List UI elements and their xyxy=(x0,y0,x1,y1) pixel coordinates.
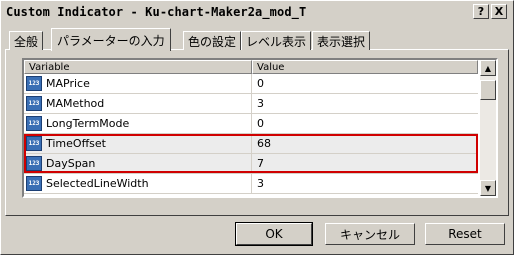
value-cell[interactable]: 7 xyxy=(252,154,478,173)
cancel-button[interactable]: キャンセル xyxy=(325,223,415,245)
close-button[interactable]: X xyxy=(491,4,507,19)
tab-visualization[interactable]: 表示選択 xyxy=(312,31,371,50)
value-cell[interactable]: 68 xyxy=(252,134,478,153)
value-cell[interactable]: 3 xyxy=(252,174,478,193)
variable-cell: 123 LongTermMode xyxy=(24,114,252,133)
variable-cell: 123 DaySpan xyxy=(24,154,252,173)
variable-cell: 123 TimeOffset xyxy=(24,134,252,153)
help-button[interactable]: ? xyxy=(473,4,489,19)
integer-type-icon: 123 xyxy=(26,76,42,91)
table-row[interactable]: 123 TimeOffset 68 xyxy=(24,134,478,154)
ok-button[interactable]: OK xyxy=(235,222,313,246)
value-cell[interactable]: 0 xyxy=(252,74,478,93)
title-bar[interactable]: Custom Indicator - Ku-chart-Maker2a_mod_… xyxy=(3,3,511,21)
integer-type-icon: 123 xyxy=(26,136,42,151)
integer-type-icon: 123 xyxy=(26,116,42,131)
vertical-scrollbar[interactable]: ▲ ▼ xyxy=(480,60,496,196)
scroll-thumb[interactable] xyxy=(480,80,496,100)
tab-general[interactable]: 全般 xyxy=(9,31,44,50)
integer-type-icon: 123 xyxy=(26,156,42,171)
variable-name: MAMethod xyxy=(46,97,105,110)
variable-name: LongTermMode xyxy=(46,117,130,130)
table-row[interactable]: 123 LongTermMode 0 xyxy=(24,114,478,134)
column-header-value[interactable]: Value xyxy=(252,60,478,74)
variable-name: MAPrice xyxy=(46,77,90,90)
integer-type-icon: 123 xyxy=(26,96,42,111)
grid-header: Variable Value xyxy=(24,60,478,74)
tab-levels[interactable]: レベル表示 xyxy=(241,31,312,50)
window-title: Custom Indicator - Ku-chart-Maker2a_mod_… xyxy=(6,5,307,19)
table-row[interactable]: 123 SelectedLineWidth 3 xyxy=(24,174,478,194)
column-header-variable[interactable]: Variable xyxy=(24,60,252,74)
table-row[interactable]: 123 MAMethod 3 xyxy=(24,94,478,114)
scroll-up-arrow-icon[interactable]: ▲ xyxy=(480,60,496,76)
tab-parameters[interactable]: パラメーターの入力 xyxy=(51,28,171,51)
reset-button[interactable]: Reset xyxy=(425,223,505,245)
parameters-grid: Variable Value 123 MAPrice 0 123 MAMetho… xyxy=(22,58,498,198)
value-cell[interactable]: 3 xyxy=(252,94,478,113)
variable-cell: 123 SelectedLineWidth xyxy=(24,174,252,193)
variable-cell: 123 MAPrice xyxy=(24,74,252,93)
variable-name: SelectedLineWidth xyxy=(46,177,149,190)
variable-name: DaySpan xyxy=(46,157,96,170)
variable-cell: 123 MAMethod xyxy=(24,94,252,113)
scroll-down-arrow-icon[interactable]: ▼ xyxy=(480,180,496,196)
table-row[interactable]: 123 DaySpan 7 xyxy=(24,154,478,174)
variable-name: TimeOffset xyxy=(46,137,106,150)
integer-type-icon: 123 xyxy=(26,176,42,191)
value-cell[interactable]: 0 xyxy=(252,114,478,133)
tab-colors[interactable]: 色の設定 xyxy=(183,31,242,50)
custom-indicator-dialog: Custom Indicator - Ku-chart-Maker2a_mod_… xyxy=(0,0,514,255)
table-row[interactable]: 123 MAPrice 0 xyxy=(24,74,478,94)
